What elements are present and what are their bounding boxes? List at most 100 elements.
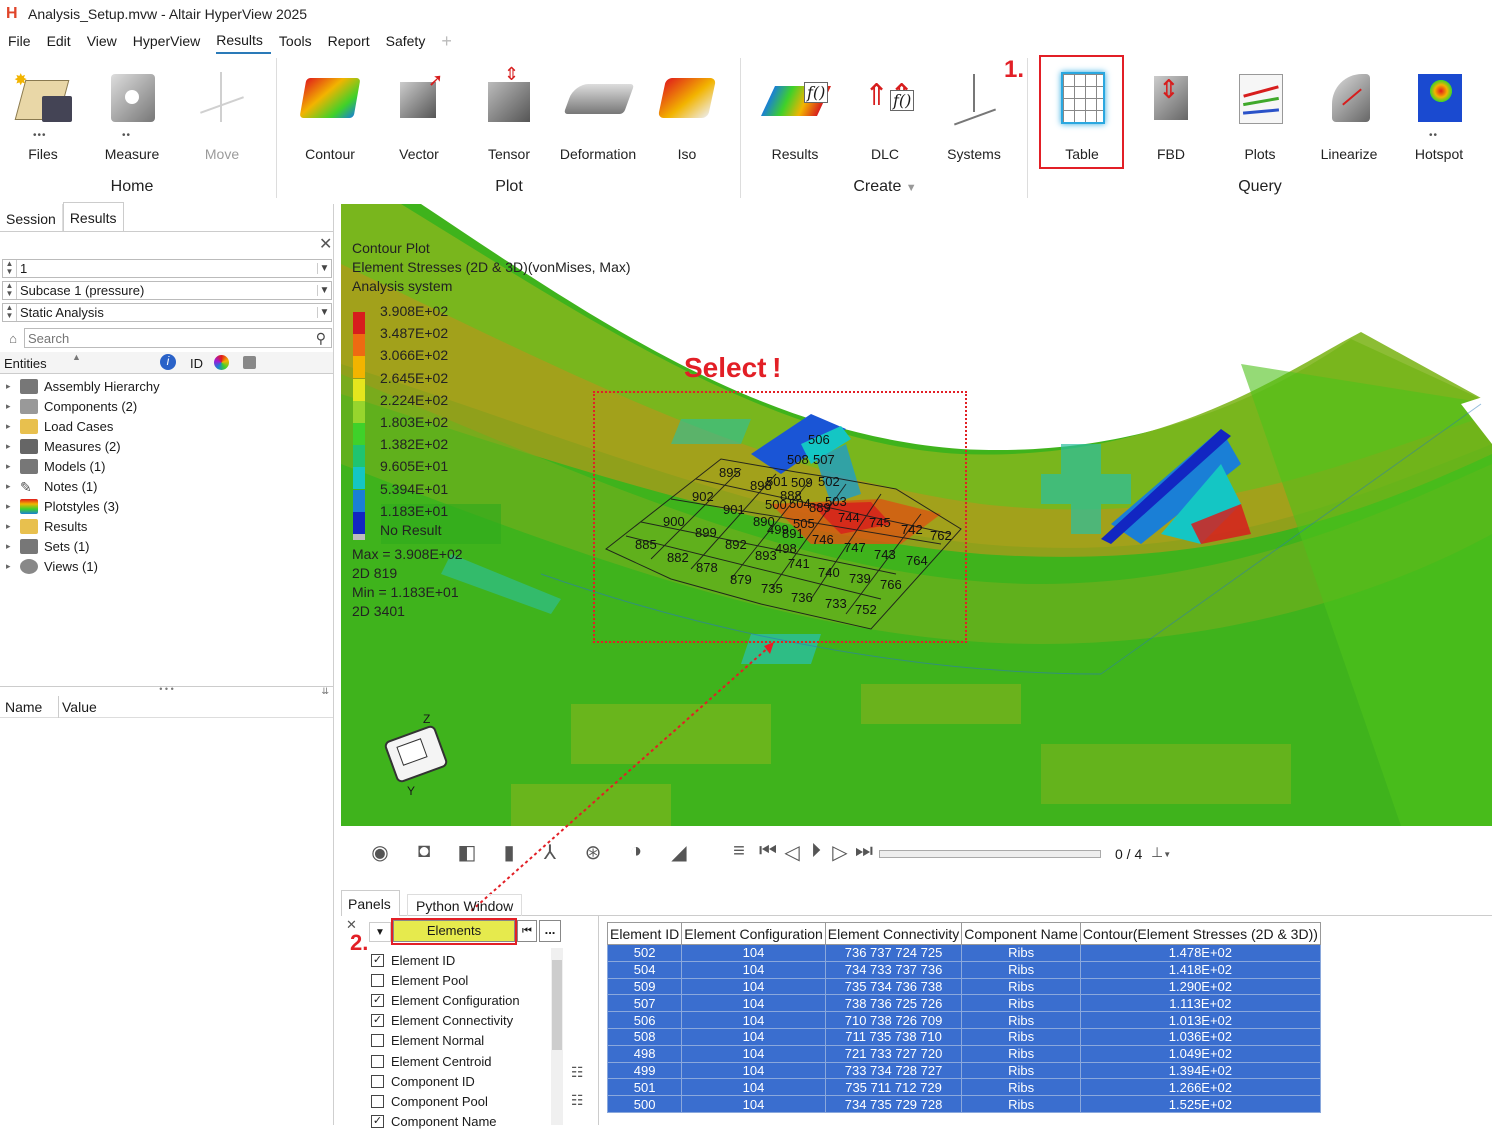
table-cell[interactable]: Ribs	[961, 944, 1081, 962]
tree-item-models[interactable]: ▸ Models (1)	[6, 456, 105, 476]
table-header[interactable]: Element Connectivity	[824, 922, 963, 945]
option-row[interactable]: Element Normal	[371, 1031, 484, 1051]
table-cell[interactable]: Ribs	[961, 1011, 1081, 1029]
tree-item-views[interactable]: ▸ Views (1)	[6, 556, 98, 576]
unchecked-checkbox[interactable]	[371, 1054, 384, 1068]
tensor-tool[interactable]: ⇕ Tensor	[466, 64, 552, 162]
table-cell[interactable]: 1.113E+02	[1079, 994, 1321, 1013]
table-header[interactable]: Component Name	[961, 922, 1081, 945]
splitter[interactable]: • • • ⇊	[0, 685, 333, 696]
menu-file[interactable]: File	[8, 30, 39, 53]
tree-item-loadcases[interactable]: ▸ Load Cases	[6, 416, 113, 436]
frame-slider[interactable]	[879, 850, 1101, 858]
add-ribbon-icon[interactable]: +	[441, 31, 452, 52]
tree-item-plotstyles[interactable]: ▸ Plotstyles (3)	[6, 496, 119, 516]
table-cell[interactable]: Ribs	[961, 1061, 1081, 1080]
options-scrollbar[interactable]	[551, 948, 563, 1125]
table-cell[interactable]: 501	[606, 1078, 683, 1097]
table-cell[interactable]: 498	[606, 1044, 683, 1063]
table-cell[interactable]: 104	[681, 994, 826, 1013]
table-cell[interactable]: 504	[606, 960, 683, 979]
analysis-combo[interactable]: ▲ ▼ Static Analysis ▼	[2, 303, 332, 322]
info-icon[interactable]: i	[160, 354, 176, 370]
table-cell[interactable]: 506	[606, 1011, 683, 1029]
table-cell[interactable]: 736 737 724 725	[824, 944, 963, 962]
table-cell[interactable]: 1.290E+02	[1079, 977, 1321, 996]
frame-options-icon[interactable]: ⊥▼	[1151, 844, 1171, 861]
table-cell[interactable]: 507	[606, 994, 683, 1013]
subcase-combo[interactable]: ▲ ▼ Subcase 1 (pressure) ▼	[2, 281, 332, 300]
visibility-icon[interactable]: ◉	[365, 840, 395, 868]
search-input[interactable]	[24, 328, 332, 348]
table-header[interactable]: Contour(Element Stresses (2D & 3D))	[1079, 922, 1321, 945]
menu-safety[interactable]: Safety	[386, 30, 434, 53]
table-cell[interactable]: 1.036E+02	[1079, 1027, 1321, 1046]
dlc-tool[interactable]: ⇑⇑ f() DLC	[842, 64, 928, 162]
hotspot-tool[interactable]: •• Hotspot	[1396, 64, 1482, 162]
menu-report[interactable]: Report	[328, 30, 378, 53]
table-cell[interactable]: 735 734 736 738	[824, 977, 963, 996]
table-row[interactable]: 506 104 710 738 726 709 Ribs 1.013E+02	[606, 1011, 1321, 1029]
cube-icon[interactable]: ◧	[452, 840, 482, 868]
table-row[interactable]: 498 104 721 733 727 720 Ribs 1.049E+02	[606, 1044, 1321, 1063]
option-row[interactable]: Component ID	[371, 1071, 475, 1091]
simulation-combo[interactable]: ▲ ▼ 1 ▼	[2, 259, 332, 278]
table-cell[interactable]: 1.394E+02	[1079, 1061, 1321, 1080]
option-row[interactable]: ✓ Element ID	[371, 950, 455, 970]
reset-selection-icon[interactable]: ⏮	[517, 920, 537, 942]
table-cell[interactable]: 509	[606, 977, 683, 996]
table-cell[interactable]: Ribs	[961, 1078, 1081, 1097]
table-cell[interactable]: 1.266E+02	[1079, 1078, 1321, 1097]
3d-icon[interactable]: ◑	[621, 840, 651, 868]
section-icon[interactable]: ◢	[664, 840, 694, 868]
tree-item-measures[interactable]: ▸ Measures (2)	[6, 436, 121, 456]
files-tool[interactable]: ✸ ••• Files	[0, 64, 86, 162]
tab-results[interactable]: Results	[62, 202, 124, 231]
table-cell[interactable]: 1.049E+02	[1079, 1044, 1321, 1063]
deformation-tool[interactable]: Deformation	[555, 64, 641, 162]
zoom-icon[interactable]: ⊛	[578, 840, 608, 868]
fbd-tool[interactable]: ⇕ FBD	[1128, 64, 1214, 162]
display-icon[interactable]	[243, 356, 256, 369]
table-cell[interactable]: 710 738 726 709	[824, 1011, 963, 1029]
table-row[interactable]: 509 104 735 734 736 738 Ribs 1.290E+02	[606, 977, 1321, 996]
table-row[interactable]: 507 104 738 736 725 726 Ribs 1.113E+02	[606, 994, 1321, 1013]
table-cell[interactable]: 721 733 727 720	[824, 1044, 963, 1063]
tree-item-components[interactable]: ▸ Components (2)	[6, 396, 137, 416]
table-row[interactable]: 500 104 734 735 729 728 Ribs 1.525E+02	[606, 1095, 1321, 1113]
table-cell[interactable]: 1.478E+02	[1079, 944, 1321, 962]
menu-results[interactable]: Results	[216, 29, 271, 54]
table-cell[interactable]: 1.525E+02	[1079, 1095, 1321, 1113]
table-cell[interactable]: 508	[606, 1027, 683, 1046]
option-row[interactable]: ✓ Element Configuration	[371, 990, 520, 1010]
table-cell[interactable]: 1.013E+02	[1079, 1011, 1321, 1029]
tree-item-notes[interactable]: ▸ ✎ Notes (1)	[6, 476, 97, 496]
table-cell[interactable]: 499	[606, 1061, 683, 1080]
option-row[interactable]: Element Pool	[371, 970, 468, 990]
results-table[interactable]: Element ID Element Configuration Element C…	[606, 922, 1321, 1113]
table-row[interactable]: 499 104 733 734 728 727 Ribs 1.394E+02	[606, 1061, 1321, 1080]
tab-session[interactable]: Session	[0, 204, 63, 231]
column-select-icon[interactable]: ☷	[571, 1064, 584, 1081]
tab-python-window[interactable]: Python Window	[407, 894, 523, 916]
table-cell[interactable]: 104	[681, 1011, 826, 1029]
move-tool[interactable]: Move	[179, 64, 265, 162]
unchecked-checkbox[interactable]	[371, 1074, 384, 1088]
menu-icon[interactable]: ≡	[724, 840, 754, 868]
menu-hyperview[interactable]: HyperView	[133, 30, 208, 53]
unchecked-checkbox[interactable]	[371, 973, 384, 987]
unchecked-checkbox[interactable]	[371, 1034, 384, 1048]
home-icon[interactable]: ⌂	[2, 331, 24, 346]
entity-dropdown-icon[interactable]: ▼	[369, 922, 391, 942]
tree-item-sets[interactable]: ▸ Sets (1)	[6, 536, 90, 556]
table-cell[interactable]: 104	[681, 1078, 826, 1097]
create-group-label[interactable]: Create ▼	[842, 178, 928, 196]
vector-tool[interactable]: ➚ Vector	[376, 64, 462, 162]
axes-icon[interactable]: ⅄	[535, 840, 565, 868]
table-row[interactable]: 502 104 736 737 724 725 Ribs 1.478E+02	[606, 944, 1321, 962]
checked-checkbox[interactable]: ✓	[371, 1115, 384, 1129]
table-cell[interactable]: 502	[606, 944, 683, 962]
checked-checkbox[interactable]: ✓	[371, 993, 384, 1007]
plots-tool[interactable]: Plots	[1217, 64, 1303, 162]
unchecked-checkbox[interactable]	[371, 1094, 384, 1108]
